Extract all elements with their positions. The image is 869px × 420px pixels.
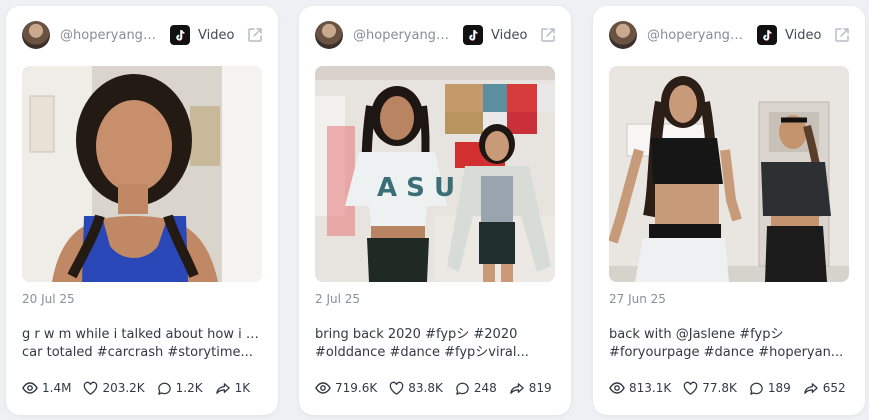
eye-icon bbox=[609, 382, 625, 394]
avatar[interactable] bbox=[315, 21, 343, 49]
eye-icon bbox=[22, 382, 38, 394]
likes-stat: 77.8K bbox=[683, 381, 737, 396]
comment-icon bbox=[456, 382, 469, 395]
caption-line: bring back 2020 #fypシ #2020 bbox=[315, 327, 518, 342]
comments-stat: 189 bbox=[749, 381, 791, 396]
shares-stat: 819 bbox=[509, 381, 552, 396]
likes-count: 203.2K bbox=[102, 381, 145, 395]
post-date: 2 Jul 25 bbox=[315, 292, 361, 306]
external-link-icon[interactable] bbox=[539, 26, 557, 44]
video-thumbnail[interactable] bbox=[609, 66, 849, 282]
heart-icon bbox=[389, 381, 404, 395]
eye-icon bbox=[315, 382, 331, 394]
share-icon bbox=[509, 382, 524, 394]
views-stat: 1.4M bbox=[22, 380, 71, 396]
platform-label: Video bbox=[785, 27, 822, 43]
tiktok-icon bbox=[170, 25, 190, 45]
external-link-icon[interactable] bbox=[246, 26, 264, 44]
comments-stat: 1.2K bbox=[157, 381, 203, 396]
shares-count: 1K bbox=[234, 381, 251, 395]
comments-count: 1.2K bbox=[175, 381, 203, 395]
post-stats: 1.4M 203.2K 1.2K 1K bbox=[22, 380, 270, 396]
avatar[interactable] bbox=[22, 21, 50, 49]
author-handle[interactable]: @hoperyangr... bbox=[60, 28, 158, 43]
comments-count: 189 bbox=[767, 381, 791, 395]
caption-line: #foryourpage #dance #hoperyan... bbox=[609, 345, 844, 360]
heart-icon bbox=[683, 381, 698, 395]
avatar[interactable] bbox=[609, 21, 637, 49]
caption-line: #olddance #dance #fypシviral... bbox=[315, 345, 529, 360]
post-date: 27 Jun 25 bbox=[609, 292, 666, 306]
shares-stat: 652 bbox=[803, 381, 846, 396]
comments-count: 248 bbox=[473, 381, 497, 395]
shares-stat: 1K bbox=[215, 381, 251, 396]
tiktok-icon bbox=[463, 25, 483, 45]
views-stat: 719.6K bbox=[315, 380, 377, 396]
tiktok-icon bbox=[757, 25, 777, 45]
platform-label: Video bbox=[198, 27, 235, 43]
video-thumbnail[interactable] bbox=[22, 66, 262, 282]
external-link-icon[interactable] bbox=[833, 26, 851, 44]
share-icon bbox=[215, 382, 230, 394]
post-card[interactable]: @hoperyangr... Video A S U 2 Jul 25 brin… bbox=[299, 6, 571, 415]
post-caption: back with @Jaslene #fypシ #foryourpage #d… bbox=[609, 326, 849, 362]
post-header: @hoperyangr... Video bbox=[22, 20, 264, 50]
heart-icon bbox=[84, 381, 98, 395]
post-date: 20 Jul 25 bbox=[22, 292, 75, 306]
views-count: 719.6K bbox=[335, 381, 378, 395]
post-header: @hoperyangr... Video bbox=[315, 20, 557, 50]
post-caption: g r w m while i talked about how i got m… bbox=[22, 326, 262, 362]
platform-label: Video bbox=[491, 27, 528, 43]
share-icon bbox=[803, 382, 818, 394]
post-card[interactable]: @hoperyangr... Video 27 Jun 25 back with… bbox=[593, 6, 865, 415]
caption-line: car totaled #carcrash #storytime... bbox=[22, 345, 253, 360]
shares-count: 819 bbox=[528, 381, 552, 395]
post-header: @hoperyangr... Video bbox=[609, 20, 851, 50]
likes-count: 83.8K bbox=[408, 381, 443, 395]
svg-text:A S U: A S U bbox=[377, 173, 455, 203]
post-caption: bring back 2020 #fypシ #2020 #olddance #d… bbox=[315, 326, 555, 362]
likes-stat: 83.8K bbox=[389, 381, 443, 396]
views-count: 1.4M bbox=[42, 381, 72, 395]
shares-count: 652 bbox=[822, 381, 846, 395]
likes-count: 77.8K bbox=[702, 381, 737, 395]
comments-stat: 248 bbox=[455, 381, 497, 396]
likes-stat: 203.2K bbox=[83, 381, 145, 396]
views-count: 813.1K bbox=[629, 381, 672, 395]
author-handle[interactable]: @hoperyangr... bbox=[647, 28, 745, 43]
post-card[interactable]: @hoperyangr... Video 20 Jul 25 g r w m w… bbox=[6, 6, 278, 415]
comment-icon bbox=[157, 382, 171, 395]
caption-line: g r w m while i talked about how i got m… bbox=[22, 327, 262, 342]
video-thumbnail[interactable]: A S U bbox=[315, 66, 555, 282]
post-stats: 719.6K 83.8K 248 819 bbox=[315, 380, 563, 396]
views-stat: 813.1K bbox=[609, 380, 671, 396]
author-handle[interactable]: @hoperyangr... bbox=[353, 28, 451, 43]
caption-line: back with @Jaslene #fypシ bbox=[609, 327, 784, 342]
post-stats: 813.1K 77.8K 189 652 bbox=[609, 380, 857, 396]
comment-icon bbox=[750, 382, 763, 395]
